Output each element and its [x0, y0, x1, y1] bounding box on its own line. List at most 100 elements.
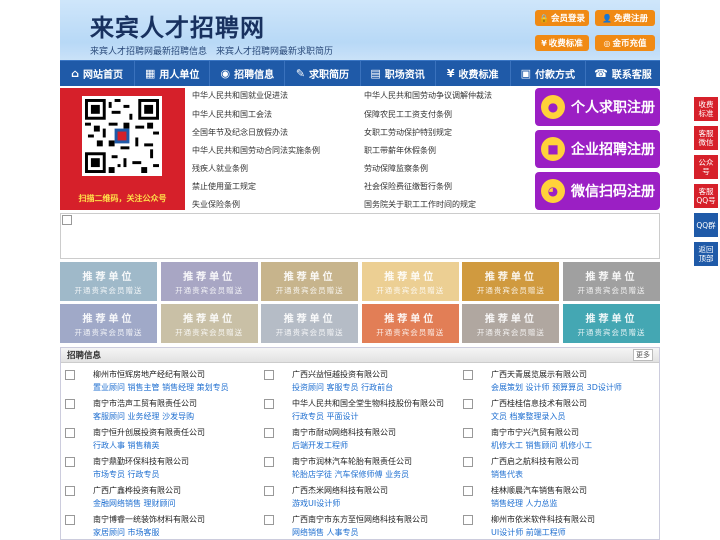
nav-fees[interactable]: ¥ 收费标准: [436, 61, 511, 86]
back-to-top-button[interactable]: 返回顶部: [694, 242, 718, 266]
company-logo-image[interactable]: [463, 457, 473, 467]
member-login-button[interactable]: 🔒 会员登录: [535, 10, 589, 26]
company-name-link[interactable]: 桂林顺晨汽车销售有限公司: [491, 485, 587, 496]
company-logo-image[interactable]: [264, 428, 274, 438]
nav-jobs[interactable]: ◉ 招聘信息: [210, 61, 286, 86]
company-name-link[interactable]: 中华人民共和国全堂生物科技股份有限公司: [292, 398, 444, 409]
recommended-unit-tile[interactable]: 推荐单位 开通贵宾会员赠送: [160, 262, 258, 301]
site-logo-title[interactable]: 来宾人才招聘网: [90, 8, 265, 43]
job-positions-link[interactable]: 后端开发工程师: [292, 440, 348, 451]
law-link[interactable]: 保障农民工工资支付条例: [364, 109, 452, 120]
company-name-link[interactable]: 广西兴益恒越投资有限公司: [292, 369, 388, 380]
float-qq-group[interactable]: QQ群: [694, 213, 718, 237]
company-logo-image[interactable]: [65, 515, 75, 525]
job-positions-link[interactable]: 销售代表: [491, 469, 523, 480]
personal-register-button[interactable]: ● 个人求职注册: [535, 88, 660, 126]
job-positions-link[interactable]: 轮胎店学徒 汽车保修师傅 业务员: [292, 469, 409, 480]
free-register-button[interactable]: 👤 免费注册: [595, 10, 655, 26]
wechat-register-button[interactable]: ◕ 微信扫码注册: [535, 172, 660, 210]
law-link[interactable]: 全国年节及纪念日放假办法: [192, 127, 288, 138]
recommended-unit-tile[interactable]: 推荐单位 开通贵宾会员赠送: [361, 304, 459, 343]
company-register-button[interactable]: ■ 企业招聘注册: [535, 130, 660, 168]
recommended-unit-tile[interactable]: 推荐单位 开通贵宾会员赠送: [462, 262, 560, 301]
jobs-more-link[interactable]: 更多: [633, 349, 653, 361]
company-name-link[interactable]: 南宁市宁兴汽贸有限公司: [491, 427, 579, 438]
company-name-link[interactable]: 南宁市浩声工贸有限责任公司: [93, 398, 197, 409]
company-logo-image[interactable]: [65, 457, 75, 467]
job-positions-link[interactable]: 家居顾问 市场客服: [93, 527, 160, 538]
recommended-unit-tile[interactable]: 推荐单位 开通贵宾会员赠送: [261, 304, 359, 343]
job-positions-link[interactable]: 投资顾问 客服专员 行政前台: [292, 382, 393, 393]
job-positions-link[interactable]: 文员 档案整理录入员: [491, 411, 566, 422]
recommended-unit-tile[interactable]: 推荐单位 开通贵宾会员赠送: [563, 304, 660, 343]
law-link[interactable]: 职工带薪年休假条例: [364, 145, 436, 156]
company-logo-image[interactable]: [264, 515, 274, 525]
law-link[interactable]: 女职工劳动保护特别规定: [364, 127, 452, 138]
law-link[interactable]: 中华人民共和国劳动争议调解仲裁法: [364, 90, 492, 101]
recommended-unit-tile[interactable]: 推荐单位 开通贵宾会员赠送: [60, 304, 157, 343]
company-name-link[interactable]: 南宁市耐动网络科技有限公司: [292, 427, 396, 438]
law-link[interactable]: 残疾人就业条例: [192, 163, 248, 174]
recommended-unit-tile[interactable]: 推荐单位 开通贵宾会员赠送: [462, 304, 560, 343]
job-positions-link[interactable]: 客服顾问 业务经理 沙发导购: [93, 411, 194, 422]
company-logo-image[interactable]: [264, 370, 274, 380]
company-logo-image[interactable]: [264, 399, 274, 409]
job-positions-link[interactable]: 游戏UI设计师: [292, 498, 340, 509]
float-official-account[interactable]: 公众号: [694, 155, 718, 179]
float-service-wechat[interactable]: 客服微信: [694, 126, 718, 150]
law-link[interactable]: 禁止使用童工规定: [192, 181, 256, 192]
job-positions-link[interactable]: 行政专员 平面设计: [292, 411, 359, 422]
law-link[interactable]: 社会保险费征缴暂行条例: [364, 181, 452, 192]
company-name-link[interactable]: 广西杰米网络科技有限公司: [292, 485, 388, 496]
law-link[interactable]: 中华人民共和国就业促进法: [192, 90, 288, 101]
fee-standard-button[interactable]: ¥ 收费标准: [535, 35, 589, 51]
job-positions-link[interactable]: 市场专员 行政专员: [93, 469, 160, 480]
nav-resumes[interactable]: ✎ 求职简历: [285, 61, 361, 86]
company-name-link[interactable]: 南宁博睿一统装饰材料有限公司: [93, 514, 205, 525]
company-logo-image[interactable]: [463, 486, 473, 496]
company-logo-image[interactable]: [264, 486, 274, 496]
job-positions-link[interactable]: 行政人事 销售精英: [93, 440, 160, 451]
nav-news[interactable]: ▤ 职场资讯: [361, 61, 436, 86]
job-positions-link[interactable]: 金融网络销售 理财顾问: [93, 498, 176, 509]
job-positions-link[interactable]: 网络销售 人事专员: [292, 527, 359, 538]
nav-contact[interactable]: ☎ 联系客服: [586, 61, 660, 86]
company-name-link[interactable]: 广西广鑫桦投资有限公司: [93, 485, 181, 496]
job-positions-link[interactable]: 销售经理 人力总监: [491, 498, 558, 509]
job-positions-link[interactable]: 会展策划 设计师 预算算员 3D设计师: [491, 382, 622, 393]
company-logo-image[interactable]: [65, 399, 75, 409]
company-logo-image[interactable]: [463, 370, 473, 380]
float-service-qq[interactable]: 客服QQ号: [694, 184, 718, 208]
law-link[interactable]: 劳动保障监察条例: [364, 163, 428, 174]
company-logo-image[interactable]: [264, 457, 274, 467]
law-link[interactable]: 国务院关于职工工作时间的规定: [364, 199, 476, 210]
recommended-unit-tile[interactable]: 推荐单位 开通贵宾会员赠送: [261, 262, 359, 301]
job-positions-link[interactable]: UI设计师 前端工程师: [491, 527, 566, 538]
company-logo-image[interactable]: [65, 486, 75, 496]
nav-employers[interactable]: ▦ 用人单位: [135, 61, 211, 86]
company-name-link[interactable]: 南宁鼎勤环保科技有限公司: [93, 456, 189, 467]
recommended-unit-tile[interactable]: 推荐单位 开通贵宾会员赠送: [60, 262, 157, 301]
recommended-unit-tile[interactable]: 推荐单位 开通贵宾会员赠送: [563, 262, 660, 301]
law-link[interactable]: 失业保险条例: [192, 199, 240, 210]
recommended-unit-tile[interactable]: 推荐单位 开通贵宾会员赠送: [160, 304, 258, 343]
ad-banner-placeholder[interactable]: [60, 213, 660, 259]
company-name-link[interactable]: 广西天青展览展示有限公司: [491, 369, 587, 380]
company-name-link[interactable]: 柳州市恒辉房地产经纪有限公司: [93, 369, 205, 380]
law-link[interactable]: 中华人民共和国工会法: [192, 109, 272, 120]
law-link[interactable]: 中华人民共和国劳动合同法实施条例: [192, 145, 320, 156]
nav-home[interactable]: ⌂ 网站首页: [60, 61, 136, 86]
company-logo-image[interactable]: [65, 428, 75, 438]
company-logo-image[interactable]: [463, 515, 473, 525]
company-logo-image[interactable]: [65, 370, 75, 380]
company-logo-image[interactable]: [463, 399, 473, 409]
float-fee-standard[interactable]: 收费标准: [694, 97, 718, 121]
company-name-link[interactable]: 柳州市依米软件科技有限公司: [491, 514, 595, 525]
recommended-unit-tile[interactable]: 推荐单位 开通贵宾会员赠送: [361, 262, 459, 301]
company-name-link[interactable]: 广西桂桂信息技术有限公司: [491, 398, 587, 409]
company-name-link[interactable]: 广西启之航科技有限公司: [491, 456, 579, 467]
company-name-link[interactable]: 南宁市润林汽车轮胎有限责任公司: [292, 456, 412, 467]
job-positions-link[interactable]: 置业顾问 销售主管 销售经理 策划专员: [93, 382, 229, 393]
coin-recharge-button[interactable]: ◎ 金币充值: [595, 35, 655, 51]
company-name-link[interactable]: 广西南宁市东方至恒网络科技有限公司: [292, 514, 428, 525]
